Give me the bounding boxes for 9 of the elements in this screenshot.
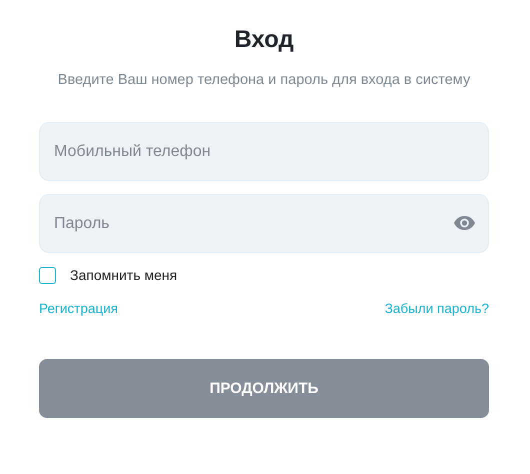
password-field[interactable]: Пароль: [39, 194, 489, 253]
eye-icon[interactable]: [454, 216, 475, 230]
checkbox-label: Запомнить меня: [70, 266, 178, 284]
checkbox[interactable]: [39, 266, 56, 284]
phone-field[interactable]: Мобильный телефон: [39, 122, 489, 181]
subtitle: Введите Ваш номер телефона и пароль для входа в систему: [58, 71, 470, 90]
register-link[interactable]: Регистрация: [39, 299, 118, 320]
forgot-password-link[interactable]: Забыли пароль?: [384, 299, 489, 320]
page-title: Вход: [234, 25, 294, 55]
